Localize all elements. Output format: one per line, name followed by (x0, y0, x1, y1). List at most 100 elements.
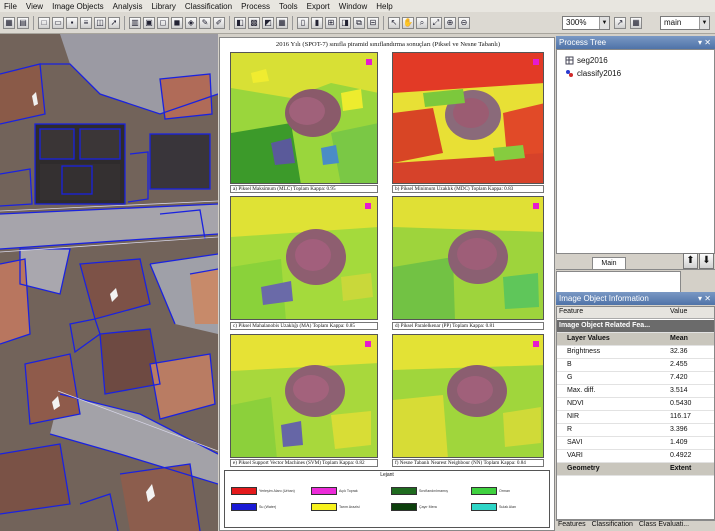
open-project-icon[interactable]: ▭ (52, 16, 64, 29)
save-icon[interactable]: ▪ (66, 16, 78, 29)
feature-value: 7.420 (670, 374, 688, 381)
load-image-icon[interactable]: ▦ (3, 16, 15, 29)
tab-features[interactable]: Features (558, 521, 586, 531)
map-select[interactable]: main ▼ (660, 16, 710, 30)
image-view-canvas[interactable] (0, 34, 218, 531)
legend-swatch (311, 487, 337, 495)
zoom-fit-icon[interactable]: ⤢ (430, 16, 442, 29)
select-arrow-icon[interactable]: ↖ (388, 16, 400, 29)
classify-icon (566, 70, 573, 77)
table-row[interactable]: Max. diff. 3.514 (557, 385, 714, 398)
grid-icon[interactable]: ▤ (17, 16, 29, 29)
legend-item: Çayır Mera (391, 503, 437, 511)
zoom-level-select[interactable]: 300% ▼ (562, 16, 610, 30)
map-f-caption: f) Nesne Tabanlı Nearest Neighbour (NN) … (392, 459, 544, 467)
tree-item-classify2016[interactable]: classify2016 (565, 69, 621, 78)
chevron-down-icon[interactable]: ▼ (699, 17, 709, 29)
outline-icon[interactable]: ◻ (157, 16, 169, 29)
view-icon[interactable]: ◫ (94, 16, 106, 29)
feature-name: B (567, 361, 572, 368)
menu-library[interactable]: Library (151, 2, 175, 11)
feature-name: G (567, 374, 573, 381)
layers-icon[interactable]: ≡ (80, 16, 92, 29)
table-row[interactable]: Brightness 32.36 (557, 346, 714, 359)
map-f-raster (393, 335, 543, 457)
menu-export[interactable]: Export (307, 2, 330, 11)
menu-analysis[interactable]: Analysis (113, 2, 143, 11)
map-icon[interactable]: ▦ (630, 17, 642, 29)
map-a-raster (231, 53, 377, 183)
legend-swatch (391, 503, 417, 511)
window-sync-icon[interactable]: ⊟ (367, 16, 379, 29)
window-four-icon[interactable]: ⊞ (325, 16, 337, 29)
menu-window[interactable]: Window (339, 2, 367, 11)
legend-item: Açık Toprak (311, 487, 358, 495)
table-row[interactable]: B 2.455 (557, 359, 714, 372)
info-subgroup-value: Extent (670, 465, 692, 472)
table-row[interactable]: SAVI 1.409 (557, 437, 714, 450)
legend-item: Tarım Arazisi (311, 503, 360, 511)
menu-tools[interactable]: Tools (279, 2, 298, 11)
toolbar-separator (383, 15, 384, 30)
object-view-icon[interactable]: ▦ (276, 16, 288, 29)
feature-view-icon[interactable]: ▩ (248, 16, 260, 29)
menu-image-objects[interactable]: Image Objects (52, 2, 104, 11)
chevron-down-icon[interactable]: ▼ (599, 17, 609, 29)
menu-view[interactable]: View (26, 2, 43, 11)
layer-mix-icon[interactable]: ◈ (185, 16, 197, 29)
move-up-arrow-icon[interactable]: ⬆ (683, 253, 698, 269)
table-row[interactable]: R 3.396 (557, 424, 714, 437)
tree-item-seg2016[interactable]: seg2016 (565, 56, 608, 65)
tab-classification[interactable]: Classification (592, 521, 633, 531)
pin-icon[interactable]: ▾ ✕ (698, 36, 711, 49)
table-row[interactable]: VARI 0.4922 (557, 450, 714, 463)
classification-map-a (230, 52, 378, 184)
split-view-icon[interactable]: ▥ (129, 16, 141, 29)
pixel-view-icon[interactable]: ◩ (262, 16, 274, 29)
bottom-tab-bar: Features Classification Class Evaluati..… (556, 520, 715, 531)
zoom-out-icon[interactable]: ⊖ (458, 16, 470, 29)
move-down-arrow-icon[interactable]: ⬇ (699, 253, 714, 269)
classification-view-icon[interactable]: ◼ (171, 16, 183, 29)
legend-title: Lejant (380, 472, 394, 478)
window-link-icon[interactable]: ⧉ (353, 16, 365, 29)
new-project-icon[interactable]: □ (38, 16, 50, 29)
toolbar-separator (229, 15, 230, 30)
zoom-area-icon[interactable]: ⌕ (416, 16, 428, 29)
info-subgroup-row[interactable]: Geometry Extent (557, 463, 714, 476)
table-row[interactable]: NDVI 0.5430 (557, 398, 714, 411)
menu-process[interactable]: Process (241, 2, 270, 11)
map-b-raster (393, 53, 543, 183)
image-view-icon[interactable]: ▣ (143, 16, 155, 29)
window-two-icon[interactable]: ▮ (311, 16, 323, 29)
window-side-icon[interactable]: ◨ (339, 16, 351, 29)
segmented-satellite-image (0, 34, 218, 531)
info-subgroup-label: Geometry (567, 465, 600, 472)
sample-icon[interactable]: ◧ (234, 16, 246, 29)
zoom-apply-icon[interactable]: ↗ (614, 17, 626, 29)
menu-file[interactable]: File (4, 2, 17, 11)
table-row[interactable]: G 7.420 (557, 372, 714, 385)
menu-classification[interactable]: Classification (185, 2, 232, 11)
table-row[interactable]: NIR 116.17 (557, 411, 714, 424)
edit-icon[interactable]: ✎ (199, 16, 211, 29)
map-c-caption: c) Piksel Mahalanobis Uzaklığı (MA) Topl… (230, 322, 378, 330)
tab-main[interactable]: Main (592, 257, 626, 269)
legend-swatch (471, 487, 497, 495)
pin-icon[interactable]: ▾ ✕ (698, 292, 711, 305)
window-one-icon[interactable]: ▯ (297, 16, 309, 29)
tab-class-evaluation[interactable]: Class Evaluati... (639, 521, 689, 531)
legend-label: Yerleşim Alanı (Urban) (259, 489, 295, 493)
pan-hand-icon[interactable]: ✋ (402, 16, 414, 29)
zoom-in-icon[interactable]: ⊕ (444, 16, 456, 29)
feature-name: NIR (567, 413, 580, 420)
classification-map-e (230, 334, 378, 458)
map-e-raster (231, 335, 377, 457)
pointer-icon[interactable]: ➚ (108, 16, 120, 29)
legend-swatch (311, 503, 337, 511)
draw-icon[interactable]: ✐ (213, 16, 225, 29)
right-dock: Process Tree ▾ ✕ seg2016 classify2016 Ma… (556, 34, 715, 531)
info-group-row[interactable]: Image Object Related Fea... (557, 320, 714, 333)
menu-help[interactable]: Help (376, 2, 392, 11)
info-subgroup-row[interactable]: Layer Values Mean (557, 333, 714, 346)
